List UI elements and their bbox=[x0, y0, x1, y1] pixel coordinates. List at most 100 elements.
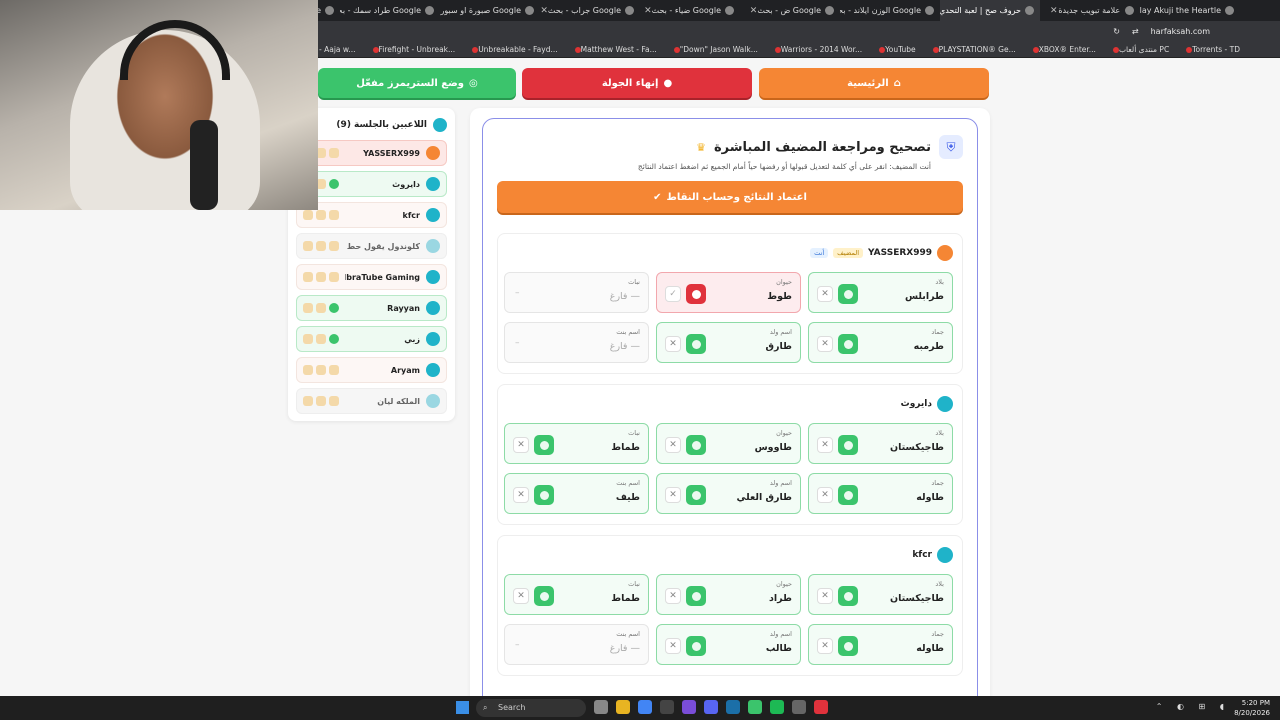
close-icon[interactable]: ✕ bbox=[644, 6, 652, 16]
bookmark-item[interactable]: PLAYSTATION® Ge... bbox=[930, 45, 1016, 54]
accept-toggle-icon[interactable] bbox=[534, 435, 554, 455]
answer-cell[interactable]: اسم ولد طارق العلي ✕ bbox=[656, 473, 801, 514]
reject-x-icon[interactable]: ✕ bbox=[817, 638, 833, 654]
browser-tab[interactable]: طراد سمك - بحث Google✕ bbox=[340, 0, 440, 21]
bookmark-item[interactable]: "Down" Jason Walk... bbox=[671, 45, 758, 54]
edit-icon[interactable] bbox=[303, 272, 313, 282]
answer-cell[interactable]: بلاد طاجيكستان ✕ bbox=[808, 574, 953, 615]
browser-tab[interactable]: صبورة او سبورة - بحث Google✕ bbox=[440, 0, 540, 21]
accept-toggle-icon[interactable] bbox=[686, 435, 706, 455]
reject-x-icon[interactable]: ✕ bbox=[513, 487, 529, 503]
edit-icon[interactable] bbox=[303, 303, 313, 313]
player-row[interactable]: كلوندول يقول حط عصا... bbox=[296, 233, 447, 259]
answer-cell[interactable]: جماد طاوله ✕ bbox=[808, 624, 953, 665]
crown-icon[interactable] bbox=[316, 210, 326, 220]
edit-icon[interactable] bbox=[303, 365, 313, 375]
browser-tab[interactable]: علامة تبويب جديدة ✕ bbox=[1040, 0, 1140, 21]
close-icon[interactable]: ✕ bbox=[750, 6, 758, 16]
reject-x-icon[interactable]: ✕ bbox=[513, 588, 529, 604]
reject-x-icon[interactable]: ✕ bbox=[513, 437, 529, 453]
url-text[interactable]: harfaksah.com bbox=[1151, 27, 1210, 36]
accept-toggle-icon[interactable] bbox=[838, 284, 858, 304]
reject-x-icon[interactable]: ✕ bbox=[665, 336, 681, 352]
clock[interactable]: 5:20 PM 8/20/2026 bbox=[1234, 698, 1270, 718]
player-row[interactable]: kfcr bbox=[296, 202, 447, 228]
streamer-mode-button[interactable]: وضع الستريمرز مفعّل ◎ bbox=[318, 68, 516, 98]
accept-toggle-icon[interactable] bbox=[838, 334, 858, 354]
home-button[interactable]: الرئيسية ⌂ bbox=[759, 68, 989, 98]
answer-cell[interactable]: جماد طرمبه ✕ bbox=[808, 322, 953, 363]
edit-icon[interactable] bbox=[303, 210, 313, 220]
accept-toggle-icon[interactable] bbox=[686, 586, 706, 606]
answer-cell[interactable]: اسم بنت — فارغ – bbox=[504, 624, 649, 665]
reject-x-icon[interactable]: ✕ bbox=[817, 286, 833, 302]
accept-toggle-icon[interactable] bbox=[534, 586, 554, 606]
bookmark-item[interactable]: منتدى ألعاب PC bbox=[1110, 45, 1169, 54]
crown-icon[interactable] bbox=[316, 396, 326, 406]
reject-x-icon[interactable]: ✕ bbox=[817, 336, 833, 352]
answer-cell[interactable]: جماد طاوله ✕ bbox=[808, 473, 953, 514]
player-row[interactable]: دايروث bbox=[296, 171, 447, 197]
bookmark-item[interactable]: XBOX® Enter... bbox=[1030, 45, 1096, 54]
bookmark-item[interactable]: Warriors - 2014 Wor... bbox=[772, 45, 862, 54]
crown-icon[interactable] bbox=[316, 334, 326, 344]
browser-tab[interactable]: جراب - بحث Google ✕ bbox=[540, 0, 640, 21]
answer-cell[interactable]: حيوان طوط ✓ bbox=[656, 272, 801, 313]
close-icon[interactable]: ✕ bbox=[1050, 6, 1058, 16]
app-icon[interactable] bbox=[660, 700, 674, 714]
record-app-icon[interactable] bbox=[814, 700, 828, 714]
crown-icon[interactable] bbox=[316, 241, 326, 251]
answer-cell[interactable]: بلاد طرابلس ✕ bbox=[808, 272, 953, 313]
player-row[interactable]: زبي bbox=[296, 326, 447, 352]
reject-x-icon[interactable]: ✕ bbox=[665, 588, 681, 604]
browser-tab[interactable]: ض - بحث Google ✕ bbox=[740, 0, 840, 21]
browser-tab[interactable]: الوزن ايلاند - بحث Google✕ bbox=[840, 0, 940, 21]
discord-icon[interactable] bbox=[704, 700, 718, 714]
taskbar-search[interactable]: Search bbox=[476, 699, 586, 717]
accept-toggle-icon[interactable] bbox=[686, 334, 706, 354]
bookmark-item[interactable]: YouTube bbox=[876, 45, 916, 54]
file-explorer-icon[interactable] bbox=[594, 700, 608, 714]
folder-icon[interactable] bbox=[616, 700, 630, 714]
accept-toggle-icon[interactable] bbox=[838, 586, 858, 606]
chrome-icon[interactable] bbox=[638, 700, 652, 714]
answer-cell[interactable]: بلاد طاجيكستان ✕ bbox=[808, 423, 953, 464]
accept-toggle-icon[interactable] bbox=[838, 636, 858, 656]
accept-toggle-icon[interactable] bbox=[534, 485, 554, 505]
answer-cell[interactable]: نبات طماط ✕ bbox=[504, 423, 649, 464]
accept-toggle-icon[interactable] bbox=[686, 636, 706, 656]
accept-toggle-icon[interactable] bbox=[838, 485, 858, 505]
bookmark-item[interactable]: Unbreakable - Fayd... bbox=[469, 45, 557, 54]
crown-icon[interactable] bbox=[316, 272, 326, 282]
crown-icon[interactable] bbox=[316, 365, 326, 375]
spotify-icon[interactable] bbox=[770, 700, 784, 714]
translate-icon[interactable]: ⇄ bbox=[1132, 27, 1139, 36]
answer-cell[interactable]: اسم بنت طيف ✕ bbox=[504, 473, 649, 514]
approve-results-button[interactable]: اعتماد النتائج وحساب النقاط ✔ bbox=[497, 181, 963, 213]
reject-x-icon[interactable]: ✕ bbox=[817, 588, 833, 604]
edit-icon[interactable] bbox=[303, 334, 313, 344]
answer-cell[interactable]: اسم ولد طالب ✕ bbox=[656, 624, 801, 665]
player-row[interactable]: Rayyan bbox=[296, 295, 447, 321]
refresh-icon[interactable]: ↻ bbox=[1113, 27, 1120, 36]
bookmark-item[interactable]: Torrents - TD bbox=[1183, 45, 1240, 54]
end-round-button[interactable]: إنهاء الجولة ● bbox=[522, 68, 752, 98]
accept-check-icon[interactable]: ✓ bbox=[665, 286, 681, 302]
media-app-icon[interactable] bbox=[748, 700, 762, 714]
reject-toggle-icon[interactable] bbox=[686, 284, 706, 304]
steam-icon[interactable] bbox=[726, 700, 740, 714]
answer-cell[interactable]: حيوان طراد ✕ bbox=[656, 574, 801, 615]
close-icon[interactable]: ✕ bbox=[540, 6, 548, 16]
browser-tab[interactable]: ضياء - بحث Google ✕ bbox=[640, 0, 740, 21]
player-row[interactable]: Aryam bbox=[296, 357, 447, 383]
answer-cell[interactable]: نبات طماط ✕ bbox=[504, 574, 649, 615]
reject-x-icon[interactable]: ✕ bbox=[817, 437, 833, 453]
answer-cell[interactable]: اسم ولد طارق ✕ bbox=[656, 322, 801, 363]
windows-start-icon[interactable] bbox=[456, 701, 469, 714]
edit-icon[interactable] bbox=[303, 241, 313, 251]
bookmark-item[interactable]: Firefight - Unbreak... bbox=[370, 45, 456, 54]
reject-x-icon[interactable]: ✕ bbox=[665, 437, 681, 453]
accept-toggle-icon[interactable] bbox=[838, 435, 858, 455]
grid-app-icon[interactable] bbox=[682, 700, 696, 714]
player-row[interactable]: IbraTube Gaming bbox=[296, 264, 447, 290]
